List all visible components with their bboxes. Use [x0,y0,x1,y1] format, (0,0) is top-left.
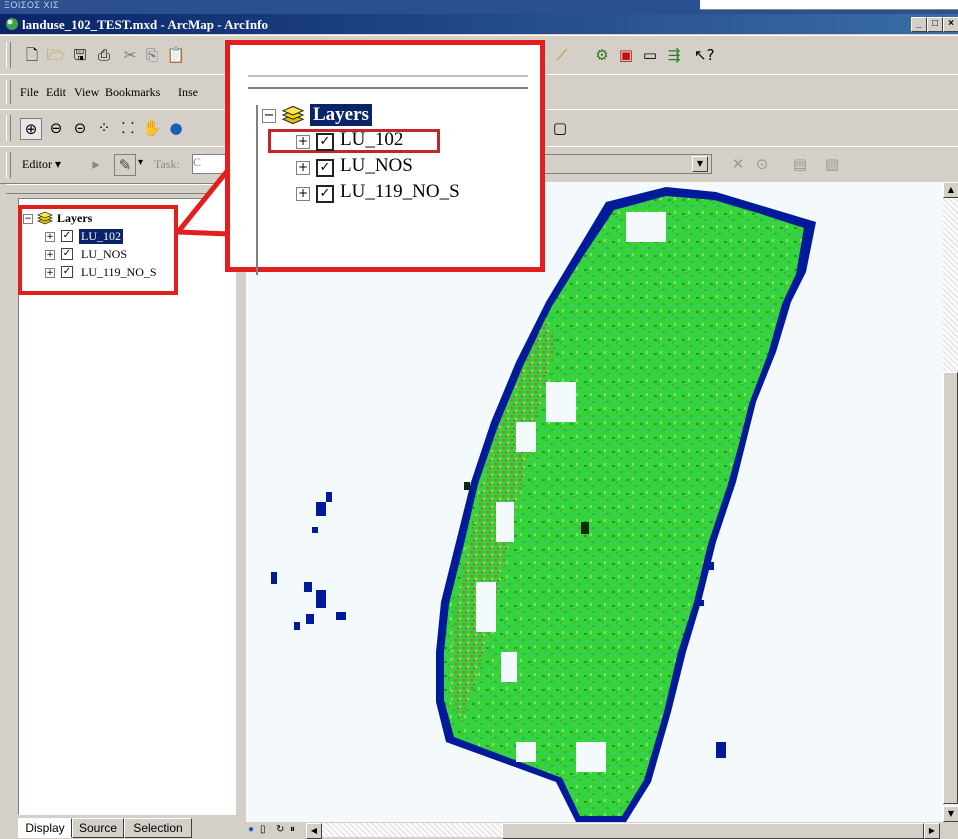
save-icon[interactable]: 🖫 [70,45,90,65]
model-builder-icon[interactable]: ⇶ [664,45,684,65]
scroll-right-icon[interactable]: ▶ [924,823,940,839]
menu-edit[interactable]: Edit [46,85,66,100]
copy-icon[interactable]: ⎘ [142,45,162,65]
menu-grip[interactable] [6,80,11,104]
callout-layer-label: LU_119_NO_S [340,181,460,202]
menu-insert[interactable]: Inse [178,85,198,100]
taiwan-landuse-map [271,187,816,822]
pan-hand-icon[interactable]: ✋ [142,118,162,138]
editor-menu[interactable]: Editor ▾ [22,157,61,172]
scroll-down-icon[interactable]: ▼ [943,806,958,822]
callout-layer-label: LU_NOS [340,155,413,176]
maximize-button[interactable]: □ [927,17,943,32]
toolbar-grip[interactable] [6,42,11,68]
sketch-properties-icon[interactable]: ▨ [822,154,842,174]
menu-view[interactable]: View [74,85,99,100]
identify-icon[interactable]: ▢ [550,118,570,138]
vertical-scrollbar[interactable]: ▲ ▼ [943,182,958,822]
title-bar: landuse_102_TEST.mxd - ArcMap - ArcInfo … [0,14,958,34]
zoom-extent-icon[interactable]: ⸬ [118,118,138,138]
callout-checkbox-icon: ✓ [316,159,334,177]
layout-view-icon[interactable]: ▯ [260,824,266,835]
menu-bookmarks[interactable]: Bookmarks [105,85,160,100]
pause-drawing-icon[interactable]: ⏸ [290,824,295,835]
window-title: landuse_102_TEST.mxd - ArcMap - ArcInfo [22,17,268,32]
target-dropdown-icon[interactable]: ▼ [692,156,708,172]
top-strip-text: ΞΟΙΣΟΣ ΧΙΣ [4,0,60,10]
top-strip-panel [700,0,958,10]
attributes-icon[interactable]: ▤ [790,154,810,174]
tab-selection[interactable]: Selection [124,818,192,838]
callout-checkbox-icon: ✓ [316,185,334,203]
tab-source[interactable]: Source [72,818,124,838]
menu-file[interactable]: File [20,85,39,100]
sketch-tool-icon[interactable]: ✎ [114,154,136,176]
target-select[interactable] [540,154,712,174]
cut-icon[interactable]: ✂ [120,45,140,65]
close-button[interactable]: × [943,17,958,32]
callout-layers-icon [281,105,305,125]
editor-toolbar-icon[interactable]: ⟋ [552,45,572,65]
fixed-zoom-out-icon[interactable]: ⊝ [70,118,90,138]
rotate-tool-icon[interactable]: ⊙ [752,154,772,174]
map-display[interactable] [246,182,943,822]
arccatalog-icon[interactable]: ⚙ [592,45,612,65]
zoom-out-icon[interactable]: ⊖ [46,118,66,138]
callout-layer-label: LU_102 [340,129,404,150]
tab-display[interactable]: Display [18,818,72,838]
sketch-dropdown-icon[interactable]: ▾ [138,157,143,168]
full-extent-icon[interactable]: ● [166,118,186,138]
whats-this-icon[interactable]: ↖? [694,45,715,65]
command-line-icon[interactable]: ▭ [640,45,660,65]
paste-icon[interactable]: 📋 [166,45,186,65]
horizontal-scroll-thumb[interactable] [502,823,924,839]
scroll-up-icon[interactable]: ▲ [943,182,958,198]
open-folder-icon[interactable]: 🗁 [46,45,66,65]
vertical-scroll-thumb[interactable] [943,372,958,804]
fixed-zoom-in-icon[interactable]: ⁘ [94,118,114,138]
edit-tool-icon[interactable]: ▸ [86,154,106,174]
arcmap-app-icon [6,18,18,30]
arctoolbox-icon[interactable]: ▣ [616,45,636,65]
callout-grip [248,75,528,89]
callout-toc: − Layers + ✓ LU_102 + ✓ LU_NOS + ✓ LU_11… [256,104,538,275]
callout-root-label: Layers [310,104,372,126]
data-view-icon[interactable]: ● [248,824,254,835]
minimize-button[interactable]: _ [911,17,927,32]
refresh-icon[interactable]: ↻ [276,824,284,835]
callout-expand-icon: + [296,186,310,201]
callout-collapse-icon: − [262,108,276,123]
new-document-icon[interactable]: 🗋 [22,45,42,65]
callout-zoom-box: − Layers + ✓ LU_102 + ✓ LU_NOS + ✓ LU_11… [225,40,545,275]
editor-grip[interactable] [6,152,11,178]
callout-expand-icon: + [296,160,310,175]
callout-expand-icon: + [296,134,310,149]
callout-checkbox-icon: ✓ [316,133,334,151]
horizontal-scroll-track[interactable] [322,823,502,837]
tools-grip[interactable] [6,115,11,141]
print-icon[interactable]: ⎙ [94,45,114,65]
split-tool-icon[interactable]: ✕ [728,154,748,174]
horizontal-scrollbar[interactable]: ● ▯ ↻ ⏸ ◀ ▶ [246,822,958,839]
zoom-in-icon[interactable]: ⊕ [20,118,42,140]
scroll-left-icon[interactable]: ◀ [306,823,322,839]
